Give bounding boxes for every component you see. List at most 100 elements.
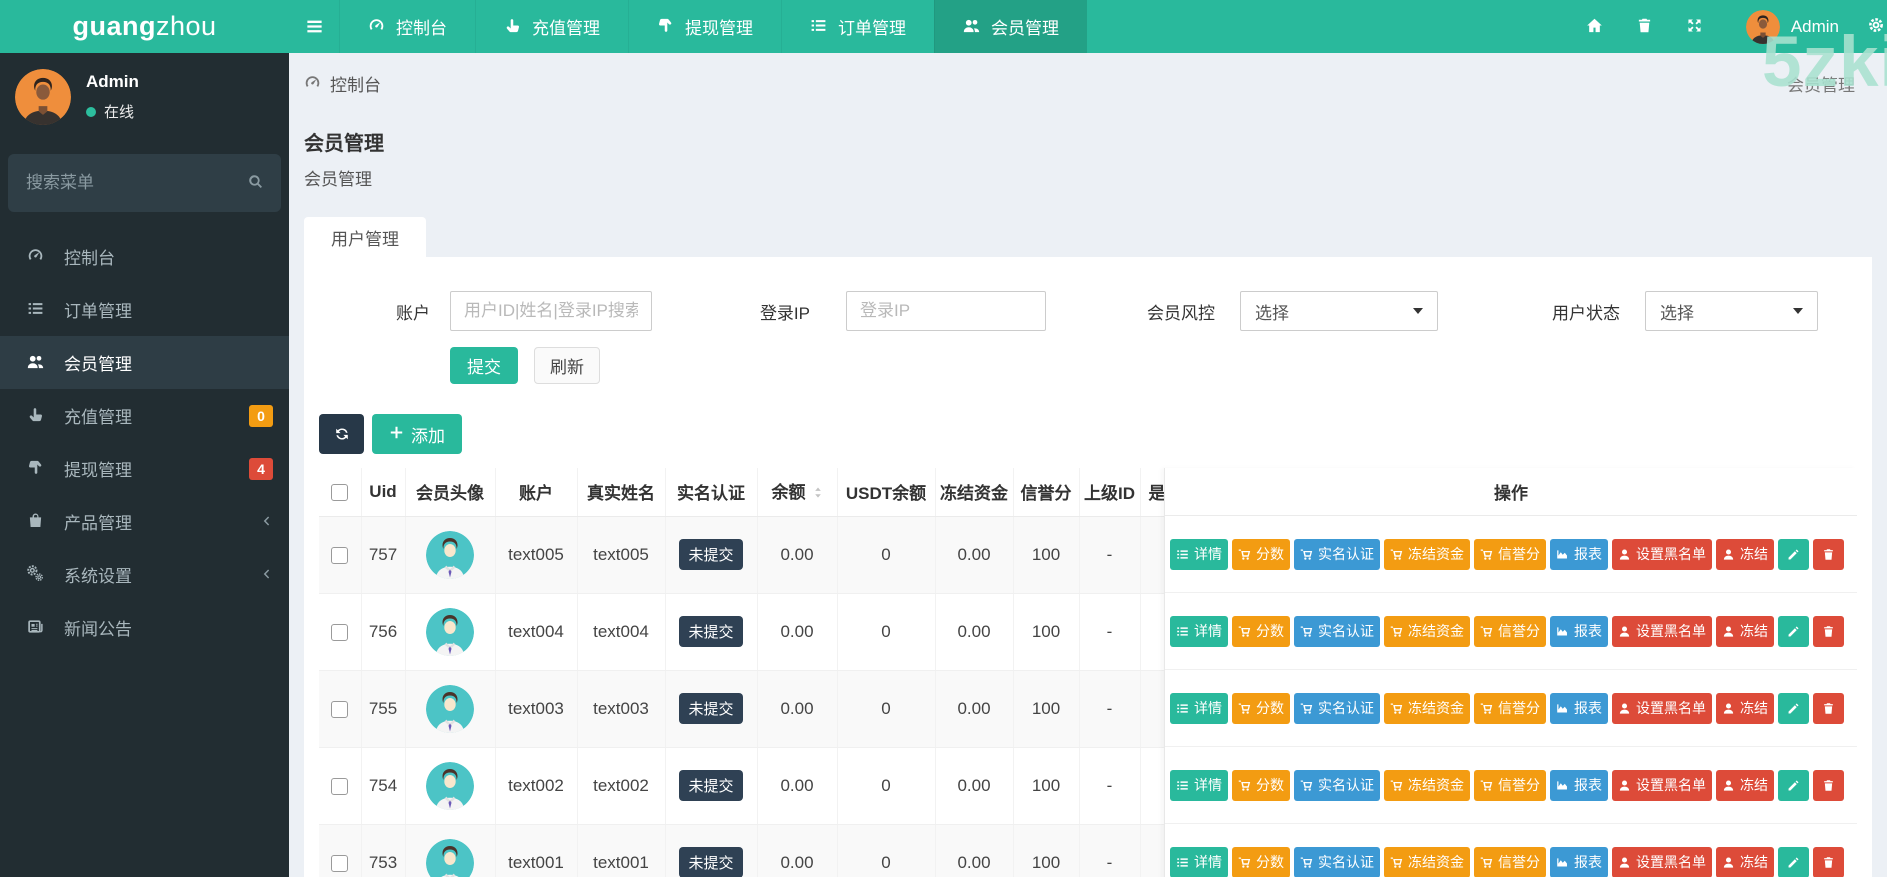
column-header[interactable]: 上级ID: [1079, 468, 1140, 516]
member-avatar[interactable]: [426, 762, 474, 810]
row-checkbox[interactable]: [331, 855, 348, 872]
freeze-user-button[interactable]: 冻结: [1716, 770, 1774, 801]
freeze-user-button[interactable]: 冻结: [1716, 693, 1774, 724]
freeze-funds-button[interactable]: 冻结资金: [1384, 847, 1470, 877]
delete-button[interactable]: [1813, 770, 1844, 801]
detail-button[interactable]: 详情: [1170, 693, 1228, 724]
set-blacklist-button[interactable]: 设置黑名单: [1612, 770, 1712, 801]
freeze-user-button[interactable]: 冻结: [1716, 539, 1774, 570]
realname-auth-button[interactable]: 实名认证: [1294, 847, 1380, 877]
set-blacklist-button[interactable]: 设置黑名单: [1612, 847, 1712, 877]
sidebar-search-input[interactable]: [26, 173, 247, 193]
freeze-funds-button[interactable]: 冻结资金: [1384, 770, 1470, 801]
delete-button[interactable]: [1813, 616, 1844, 647]
member-avatar[interactable]: [426, 685, 474, 733]
tab-user-management[interactable]: 用户管理: [304, 217, 426, 257]
report-button[interactable]: 报表: [1550, 847, 1608, 877]
expand-icon[interactable]: [1670, 17, 1720, 37]
score-button[interactable]: 分数: [1232, 616, 1290, 647]
gear-icon[interactable]: [1855, 16, 1887, 37]
search-icon[interactable]: [247, 173, 264, 193]
member-avatar[interactable]: [426, 839, 474, 877]
realname-auth-button[interactable]: 实名认证: [1294, 539, 1380, 570]
sidebar-item[interactable]: 订单管理: [0, 283, 289, 336]
column-header[interactable]: 会员头像: [405, 468, 495, 516]
home-icon[interactable]: [1570, 17, 1620, 37]
column-header[interactable]: Uid: [361, 468, 405, 516]
sidebar-item[interactable]: 充值管理 0: [0, 389, 289, 442]
select-all-checkbox[interactable]: [331, 484, 348, 501]
score-button[interactable]: 分数: [1232, 847, 1290, 877]
breadcrumb-home[interactable]: 控制台: [304, 71, 381, 96]
sort-icon[interactable]: [813, 485, 823, 505]
detail-button[interactable]: 详情: [1170, 539, 1228, 570]
avatar[interactable]: [15, 69, 71, 125]
refresh-button[interactable]: 刷新: [534, 347, 600, 384]
freeze-funds-button[interactable]: 冻结资金: [1384, 693, 1470, 724]
detail-button[interactable]: 详情: [1170, 847, 1228, 877]
report-button[interactable]: 报表: [1550, 616, 1608, 647]
detail-button[interactable]: 详情: [1170, 616, 1228, 647]
sidebar-item[interactable]: 系统设置: [0, 548, 289, 601]
credit-score-button[interactable]: 信誉分: [1474, 539, 1546, 570]
member-risk-select[interactable]: 选择: [1240, 291, 1438, 331]
freeze-user-button[interactable]: 冻结: [1716, 847, 1774, 877]
column-header[interactable]: 冻结资金: [935, 468, 1013, 516]
nav-item[interactable]: 订单管理: [781, 0, 934, 53]
score-button[interactable]: 分数: [1232, 539, 1290, 570]
realname-auth-button[interactable]: 实名认证: [1294, 693, 1380, 724]
sidebar-user-status[interactable]: 在线: [86, 101, 139, 122]
edit-button[interactable]: [1778, 616, 1809, 647]
row-checkbox[interactable]: [331, 778, 348, 795]
freeze-user-button[interactable]: 冻结: [1716, 616, 1774, 647]
freeze-funds-button[interactable]: 冻结资金: [1384, 539, 1470, 570]
reload-button[interactable]: [319, 414, 364, 454]
trash-icon[interactable]: [1620, 17, 1670, 37]
set-blacklist-button[interactable]: 设置黑名单: [1612, 693, 1712, 724]
hamburger-icon[interactable]: [289, 0, 339, 53]
row-checkbox[interactable]: [331, 547, 348, 564]
brand-logo[interactable]: guangzhou: [0, 0, 289, 53]
sidebar-item[interactable]: 产品管理: [0, 495, 289, 548]
edit-button[interactable]: [1778, 693, 1809, 724]
sidebar-item[interactable]: 提现管理 4: [0, 442, 289, 495]
nav-item[interactable]: 提现管理: [628, 0, 781, 53]
nav-item[interactable]: 控制台: [339, 0, 475, 53]
nav-item[interactable]: 会员管理: [934, 0, 1087, 53]
nav-item[interactable]: 充值管理: [475, 0, 628, 53]
credit-score-button[interactable]: 信誉分: [1474, 847, 1546, 877]
member-avatar[interactable]: [426, 531, 474, 579]
login-ip-input[interactable]: [846, 291, 1046, 331]
row-checkbox[interactable]: [331, 701, 348, 718]
report-button[interactable]: 报表: [1550, 770, 1608, 801]
sidebar-item[interactable]: 会员管理: [0, 336, 289, 389]
edit-button[interactable]: [1778, 539, 1809, 570]
add-button[interactable]: 添加: [372, 414, 462, 454]
edit-button[interactable]: [1778, 847, 1809, 877]
column-header[interactable]: 信誉分: [1013, 468, 1079, 516]
detail-button[interactable]: 详情: [1170, 770, 1228, 801]
delete-button[interactable]: [1813, 539, 1844, 570]
delete-button[interactable]: [1813, 693, 1844, 724]
sidebar-item[interactable]: 控制台: [0, 230, 289, 283]
realname-auth-button[interactable]: 实名认证: [1294, 770, 1380, 801]
column-header[interactable]: 余额: [757, 468, 837, 516]
delete-button[interactable]: [1813, 847, 1844, 877]
submit-button[interactable]: 提交: [450, 347, 518, 384]
edit-button[interactable]: [1778, 770, 1809, 801]
score-button[interactable]: 分数: [1232, 770, 1290, 801]
column-header[interactable]: USDT余额: [837, 468, 935, 516]
user-menu[interactable]: Admin: [1720, 10, 1855, 44]
user-status-select[interactable]: 选择: [1645, 291, 1818, 331]
member-avatar[interactable]: [426, 608, 474, 656]
column-header[interactable]: 实名认证: [665, 468, 757, 516]
account-input[interactable]: [450, 291, 652, 331]
row-checkbox[interactable]: [331, 624, 348, 641]
freeze-funds-button[interactable]: 冻结资金: [1384, 616, 1470, 647]
column-header[interactable]: 账户: [495, 468, 577, 516]
credit-score-button[interactable]: 信誉分: [1474, 616, 1546, 647]
credit-score-button[interactable]: 信誉分: [1474, 770, 1546, 801]
realname-auth-button[interactable]: 实名认证: [1294, 616, 1380, 647]
credit-score-button[interactable]: 信誉分: [1474, 693, 1546, 724]
column-header[interactable]: 真实姓名: [577, 468, 665, 516]
